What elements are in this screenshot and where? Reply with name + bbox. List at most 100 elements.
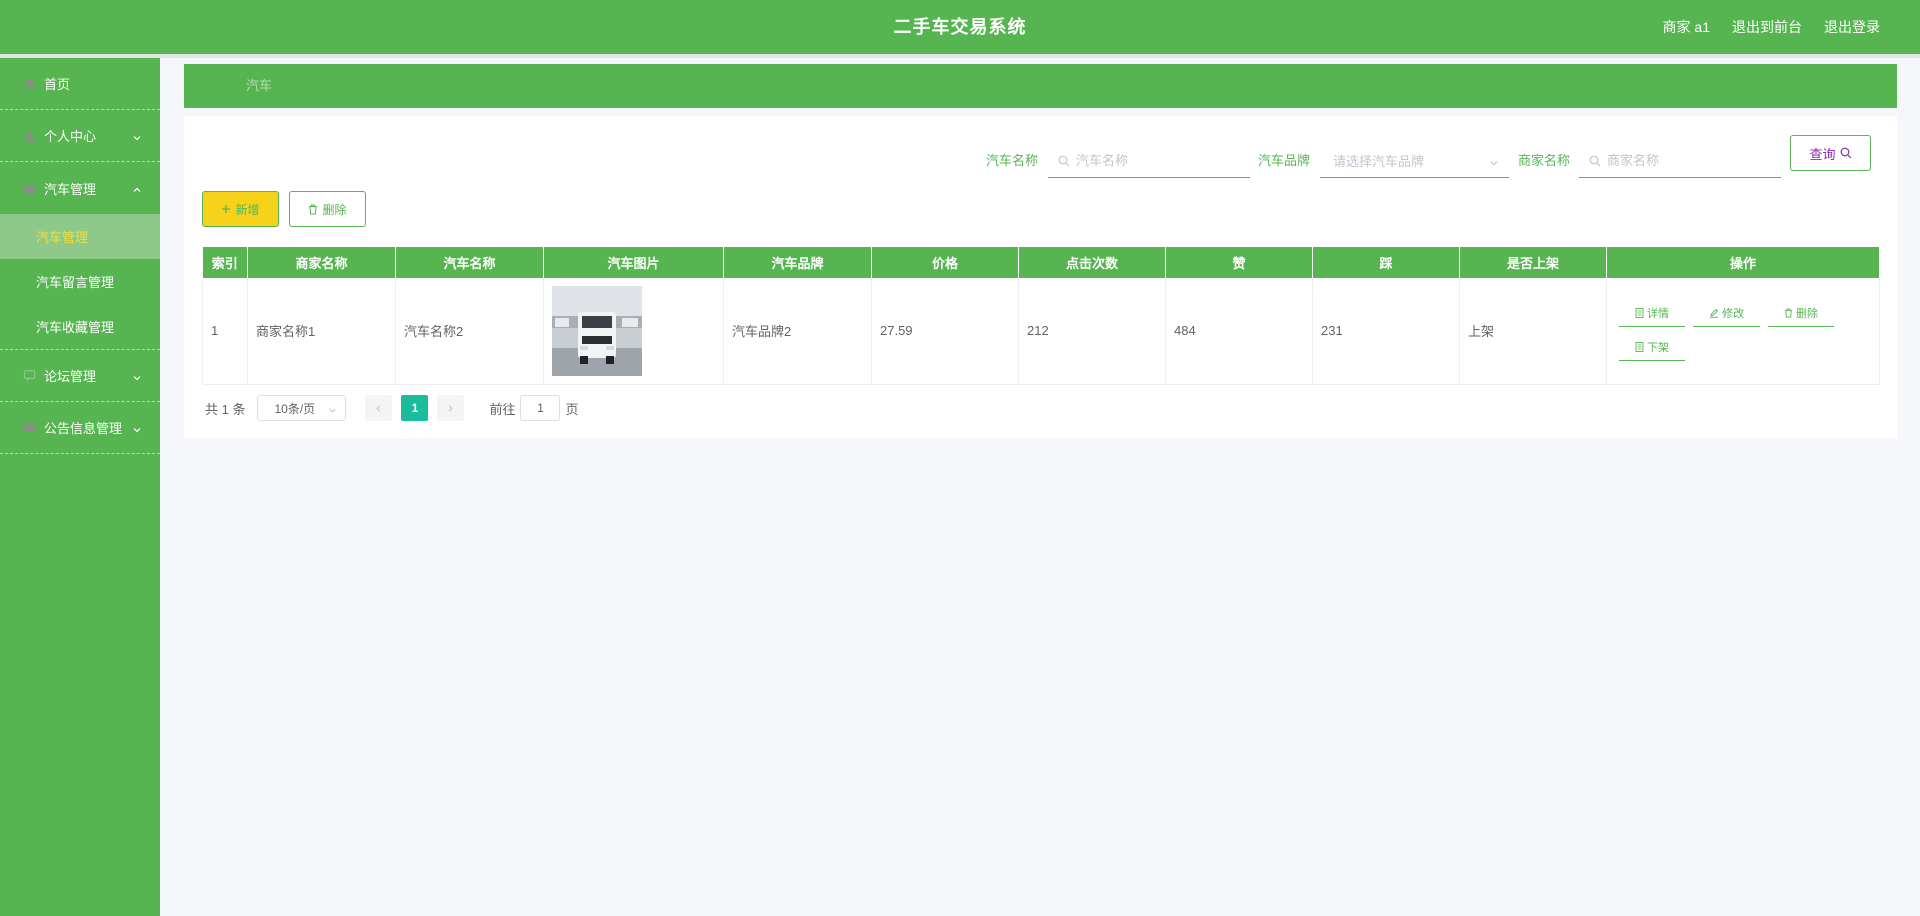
cell-clicks: 212 [1018, 278, 1166, 385]
top-header: 二手车交易系统 商家 a1 退出到前台 退出登录 [0, 0, 1920, 54]
sidebar-item-label: 论坛管理 [44, 369, 97, 384]
pagination: 共 1 条 10条/页 1 前往 页 [205, 395, 579, 421]
sidebar-item-label: 汽车管理 [44, 181, 97, 197]
table-row[interactable]: 1 商家名称1 汽车名称2 汽车品牌2 27.59 212 484 231 上架… [202, 278, 1880, 385]
column-header: 点击次数 [1018, 247, 1166, 278]
chevron-down-icon [132, 131, 142, 141]
cell-on-shelf: 上架 [1459, 278, 1607, 385]
add-button[interactable]: 新增 [202, 191, 279, 227]
brand-select-placeholder: 请选择汽车品牌 [1333, 154, 1425, 169]
column-header: 赞 [1165, 247, 1313, 278]
chevron-up-icon [132, 183, 142, 193]
sidebar-item-forum[interactable]: 论坛管理 [0, 350, 160, 402]
chevron-down-icon [1489, 156, 1499, 166]
sidebar: 首页 个人中心 汽车管理 汽车管理 汽车留言管理 汽车收藏管理 论坛管理 公告信… [0, 58, 160, 916]
column-header: 索引 [202, 247, 248, 278]
cell-price: 27.59 [871, 278, 1019, 385]
merchant-input[interactable] [1605, 152, 1781, 169]
search-icon [1589, 155, 1601, 167]
column-header: 踩 [1312, 247, 1460, 278]
add-button-label: 新增 [235, 202, 260, 217]
breadcrumb: 汽车 [184, 64, 1897, 108]
sidebar-item-car-management[interactable]: 汽车管理 [0, 162, 160, 214]
brand-label: 汽车品牌 [1258, 153, 1311, 168]
edit-button-label: 修改 [1722, 308, 1744, 321]
cell-likes: 484 [1165, 278, 1313, 385]
chevron-down-icon [328, 404, 337, 413]
car-photo[interactable] [552, 285, 642, 376]
car-icon [22, 181, 36, 195]
breadcrumb-current[interactable]: 汽车 [246, 64, 272, 108]
sidebar-item-label: 个人中心 [44, 129, 97, 144]
car-name-input[interactable] [1074, 152, 1250, 169]
edit-button[interactable]: 修改 [1693, 301, 1760, 327]
car-name-field[interactable] [1048, 144, 1250, 178]
column-header: 操作 [1606, 247, 1880, 278]
cell-operations: 详情 修改 删除 下架 [1606, 278, 1880, 385]
column-header: 汽车名称 [395, 247, 544, 278]
car-management-submenu: 汽车管理 汽车留言管理 汽车收藏管理 [0, 214, 160, 350]
row-delete-button[interactable]: 删除 [1768, 301, 1834, 327]
chevron-left-icon [374, 404, 383, 413]
page-size-select[interactable]: 10条/页 [257, 395, 347, 421]
brand-select[interactable]: 请选择汽车品牌 [1320, 144, 1509, 178]
notice-icon [22, 421, 36, 435]
take-off-shelf-button[interactable]: 下架 [1619, 335, 1685, 361]
total-count: 共 1 条 [205, 401, 246, 417]
header-divider [0, 54, 1920, 58]
app-title: 二手车交易系统 [893, 17, 1027, 37]
merchant-label: 商家名称 [1518, 153, 1571, 168]
exit-to-front-link[interactable]: 退出到前台 [1732, 17, 1802, 37]
column-header: 是否上架 [1459, 247, 1607, 278]
goto-label: 前往 [489, 401, 516, 417]
table-header-row: 索引 商家名称 汽车名称 汽车图片 汽车品牌 价格 点击次数 赞 踩 是否上架 … [202, 247, 1880, 278]
page-unit-label: 页 [565, 401, 579, 417]
delete-button-label: 删除 [322, 202, 347, 217]
column-header: 价格 [871, 247, 1019, 278]
pencil-icon [1709, 308, 1719, 318]
sidebar-subitem-car-favorites[interactable]: 汽车收藏管理 [0, 304, 160, 349]
plus-icon [221, 204, 231, 214]
chevron-down-icon [132, 423, 142, 433]
cell-car-name: 汽车名称2 [395, 278, 544, 385]
trash-icon [1784, 308, 1793, 318]
cell-dislikes: 231 [1312, 278, 1460, 385]
detail-button[interactable]: 详情 [1619, 301, 1685, 327]
sidebar-item-notices[interactable]: 公告信息管理 [0, 402, 160, 454]
prev-page-button[interactable] [365, 395, 393, 421]
cell-car-image [543, 278, 724, 385]
column-header: 商家名称 [247, 247, 396, 278]
search-icon [1058, 155, 1070, 167]
current-user-label: 商家 a1 [1662, 19, 1710, 35]
cell-index: 1 [202, 278, 248, 385]
column-header: 汽车品牌 [723, 247, 872, 278]
sidebar-subitem-car-management[interactable]: 汽车管理 [0, 214, 160, 259]
column-header: 汽车图片 [543, 247, 724, 278]
query-button-label: 查询 [1809, 146, 1836, 162]
next-page-button[interactable] [437, 395, 465, 421]
trash-icon [308, 204, 318, 215]
sidebar-item-profile[interactable]: 个人中心 [0, 110, 160, 162]
page-number-1[interactable]: 1 [401, 395, 429, 421]
home-icon [22, 77, 36, 91]
forum-icon [22, 369, 36, 383]
document-icon [1635, 308, 1644, 319]
document-icon [1635, 342, 1644, 353]
row-delete-button-label: 删除 [1796, 308, 1818, 321]
search-icon [1840, 147, 1852, 159]
header-actions: 商家 a1 退出到前台 退出登录 [1663, 0, 1880, 54]
detail-button-label: 详情 [1647, 308, 1669, 321]
query-button[interactable]: 查询 [1790, 135, 1871, 171]
user-icon [22, 129, 36, 143]
goto-page-input[interactable] [520, 395, 561, 421]
cell-merchant: 商家名称1 [247, 278, 396, 385]
delete-button[interactable]: 删除 [289, 191, 366, 227]
sidebar-item-home[interactable]: 首页 [0, 58, 160, 110]
merchant-field[interactable] [1579, 144, 1781, 178]
sidebar-item-label: 首页 [44, 77, 71, 92]
cell-brand: 汽车品牌2 [723, 278, 872, 385]
page-size-value: 10条/页 [274, 401, 316, 416]
sidebar-item-label: 公告信息管理 [44, 421, 123, 436]
sidebar-subitem-car-messages[interactable]: 汽车留言管理 [0, 259, 160, 304]
logout-link[interactable]: 退出登录 [1824, 17, 1880, 37]
